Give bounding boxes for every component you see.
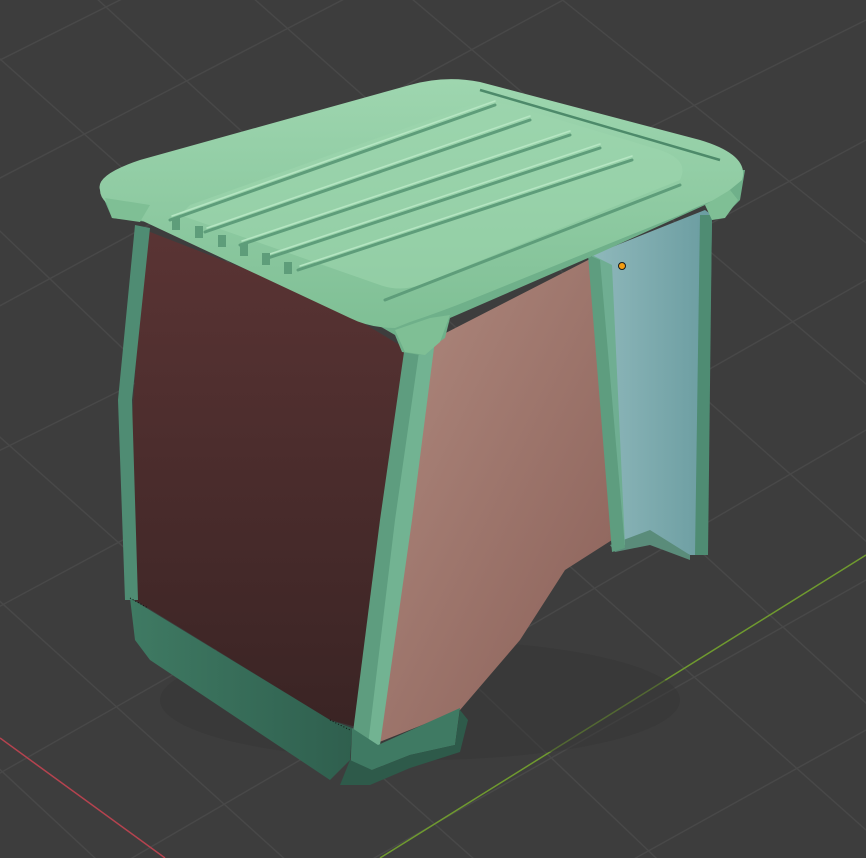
3d-viewport[interactable] bbox=[0, 0, 866, 858]
object-origin-dot[interactable] bbox=[618, 262, 626, 270]
